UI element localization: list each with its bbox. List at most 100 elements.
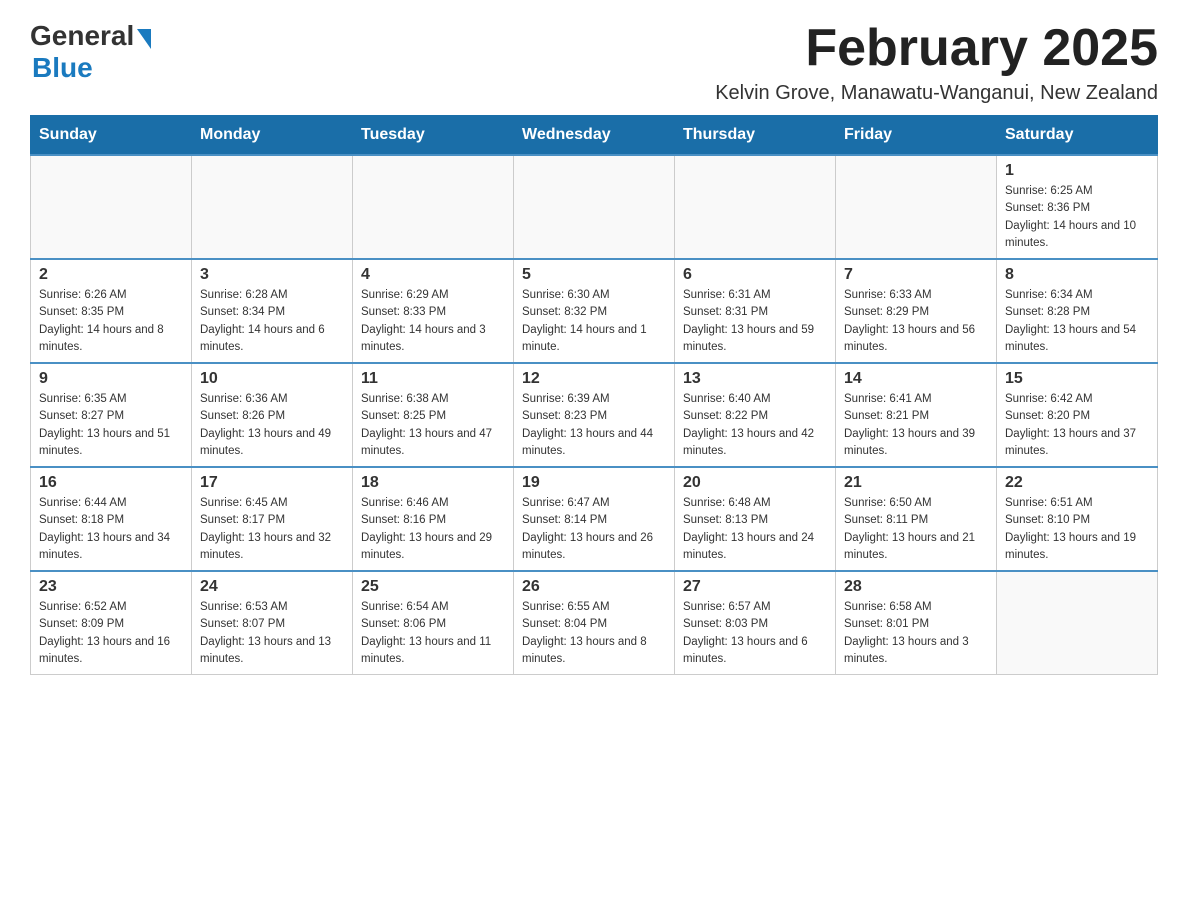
table-row: 15Sunrise: 6:42 AMSunset: 8:20 PMDayligh…: [997, 363, 1158, 467]
day-info: Daylight: 13 hours and 19 minutes.: [1005, 530, 1149, 565]
day-info: Daylight: 13 hours and 44 minutes.: [522, 426, 666, 461]
table-row: 28Sunrise: 6:58 AMSunset: 8:01 PMDayligh…: [836, 571, 997, 675]
table-row: 12Sunrise: 6:39 AMSunset: 8:23 PMDayligh…: [514, 363, 675, 467]
table-row: [192, 155, 353, 259]
day-number: 9: [39, 370, 183, 388]
day-info: Sunrise: 6:29 AM: [361, 287, 505, 304]
table-row: 24Sunrise: 6:53 AMSunset: 8:07 PMDayligh…: [192, 571, 353, 675]
day-info: Daylight: 13 hours and 51 minutes.: [39, 426, 183, 461]
day-number: 3: [200, 266, 344, 284]
day-number: 5: [522, 266, 666, 284]
day-info: Sunrise: 6:33 AM: [844, 287, 988, 304]
day-number: 28: [844, 578, 988, 596]
day-info: Sunrise: 6:40 AM: [683, 391, 827, 408]
table-row: [353, 155, 514, 259]
day-info: Sunset: 8:16 PM: [361, 512, 505, 529]
day-info: Sunrise: 6:50 AM: [844, 495, 988, 512]
table-row: 25Sunrise: 6:54 AMSunset: 8:06 PMDayligh…: [353, 571, 514, 675]
day-info: Daylight: 13 hours and 8 minutes.: [522, 634, 666, 669]
table-row: 9Sunrise: 6:35 AMSunset: 8:27 PMDaylight…: [31, 363, 192, 467]
table-row: 17Sunrise: 6:45 AMSunset: 8:17 PMDayligh…: [192, 467, 353, 571]
table-row: 20Sunrise: 6:48 AMSunset: 8:13 PMDayligh…: [675, 467, 836, 571]
day-number: 21: [844, 474, 988, 492]
day-number: 6: [683, 266, 827, 284]
calendar-week-row: 16Sunrise: 6:44 AMSunset: 8:18 PMDayligh…: [31, 467, 1158, 571]
logo-general-text: General: [30, 20, 134, 52]
table-row: 5Sunrise: 6:30 AMSunset: 8:32 PMDaylight…: [514, 259, 675, 363]
day-info: Sunset: 8:35 PM: [39, 304, 183, 321]
header-wednesday: Wednesday: [514, 116, 675, 156]
day-info: Sunrise: 6:54 AM: [361, 599, 505, 616]
day-info: Daylight: 14 hours and 6 minutes.: [200, 322, 344, 357]
table-row: 27Sunrise: 6:57 AMSunset: 8:03 PMDayligh…: [675, 571, 836, 675]
day-info: Sunset: 8:25 PM: [361, 408, 505, 425]
day-number: 7: [844, 266, 988, 284]
day-info: Sunrise: 6:42 AM: [1005, 391, 1149, 408]
day-number: 11: [361, 370, 505, 388]
table-row: [997, 571, 1158, 675]
day-info: Sunset: 8:10 PM: [1005, 512, 1149, 529]
day-number: 19: [522, 474, 666, 492]
day-info: Daylight: 13 hours and 42 minutes.: [683, 426, 827, 461]
day-info: Sunset: 8:11 PM: [844, 512, 988, 529]
day-info: Daylight: 13 hours and 11 minutes.: [361, 634, 505, 669]
day-info: Sunset: 8:03 PM: [683, 616, 827, 633]
day-info: Daylight: 13 hours and 49 minutes.: [200, 426, 344, 461]
logo-blue-text: Blue: [32, 52, 93, 84]
day-info: Daylight: 13 hours and 13 minutes.: [200, 634, 344, 669]
day-info: Sunrise: 6:41 AM: [844, 391, 988, 408]
day-info: Daylight: 13 hours and 39 minutes.: [844, 426, 988, 461]
logo: General Blue: [30, 20, 151, 84]
day-info: Daylight: 13 hours and 54 minutes.: [1005, 322, 1149, 357]
calendar-table: Sunday Monday Tuesday Wednesday Thursday…: [30, 115, 1158, 675]
header-monday: Monday: [192, 116, 353, 156]
day-number: 4: [361, 266, 505, 284]
day-number: 15: [1005, 370, 1149, 388]
day-info: Daylight: 13 hours and 6 minutes.: [683, 634, 827, 669]
day-info: Daylight: 14 hours and 8 minutes.: [39, 322, 183, 357]
calendar-week-row: 2Sunrise: 6:26 AMSunset: 8:35 PMDaylight…: [31, 259, 1158, 363]
day-info: Daylight: 13 hours and 32 minutes.: [200, 530, 344, 565]
day-number: 27: [683, 578, 827, 596]
table-row: 14Sunrise: 6:41 AMSunset: 8:21 PMDayligh…: [836, 363, 997, 467]
header-thursday: Thursday: [675, 116, 836, 156]
day-info: Sunrise: 6:44 AM: [39, 495, 183, 512]
day-number: 14: [844, 370, 988, 388]
table-row: 10Sunrise: 6:36 AMSunset: 8:26 PMDayligh…: [192, 363, 353, 467]
day-info: Sunset: 8:01 PM: [844, 616, 988, 633]
calendar-week-row: 9Sunrise: 6:35 AMSunset: 8:27 PMDaylight…: [31, 363, 1158, 467]
day-info: Daylight: 14 hours and 3 minutes.: [361, 322, 505, 357]
day-info: Sunrise: 6:46 AM: [361, 495, 505, 512]
table-row: 11Sunrise: 6:38 AMSunset: 8:25 PMDayligh…: [353, 363, 514, 467]
table-row: 13Sunrise: 6:40 AMSunset: 8:22 PMDayligh…: [675, 363, 836, 467]
calendar-week-row: 1Sunrise: 6:25 AMSunset: 8:36 PMDaylight…: [31, 155, 1158, 259]
day-info: Daylight: 13 hours and 59 minutes.: [683, 322, 827, 357]
day-info: Sunset: 8:32 PM: [522, 304, 666, 321]
day-info: Sunrise: 6:34 AM: [1005, 287, 1149, 304]
day-info: Sunrise: 6:30 AM: [522, 287, 666, 304]
day-info: Sunrise: 6:48 AM: [683, 495, 827, 512]
day-number: 18: [361, 474, 505, 492]
day-info: Sunset: 8:13 PM: [683, 512, 827, 529]
table-row: 8Sunrise: 6:34 AMSunset: 8:28 PMDaylight…: [997, 259, 1158, 363]
day-info: Sunset: 8:22 PM: [683, 408, 827, 425]
title-section: February 2025 Kelvin Grove, Manawatu-Wan…: [715, 20, 1158, 105]
day-info: Sunset: 8:34 PM: [200, 304, 344, 321]
location-subtitle: Kelvin Grove, Manawatu-Wanganui, New Zea…: [715, 82, 1158, 105]
table-row: 23Sunrise: 6:52 AMSunset: 8:09 PMDayligh…: [31, 571, 192, 675]
day-info: Sunset: 8:07 PM: [200, 616, 344, 633]
day-number: 1: [1005, 162, 1149, 180]
table-row: [514, 155, 675, 259]
header-saturday: Saturday: [997, 116, 1158, 156]
day-info: Sunset: 8:33 PM: [361, 304, 505, 321]
day-info: Sunrise: 6:53 AM: [200, 599, 344, 616]
day-info: Sunrise: 6:52 AM: [39, 599, 183, 616]
table-row: 1Sunrise: 6:25 AMSunset: 8:36 PMDaylight…: [997, 155, 1158, 259]
table-row: 3Sunrise: 6:28 AMSunset: 8:34 PMDaylight…: [192, 259, 353, 363]
day-info: Sunrise: 6:35 AM: [39, 391, 183, 408]
day-number: 16: [39, 474, 183, 492]
day-info: Sunrise: 6:51 AM: [1005, 495, 1149, 512]
day-info: Sunrise: 6:58 AM: [844, 599, 988, 616]
day-info: Sunrise: 6:26 AM: [39, 287, 183, 304]
table-row: [675, 155, 836, 259]
